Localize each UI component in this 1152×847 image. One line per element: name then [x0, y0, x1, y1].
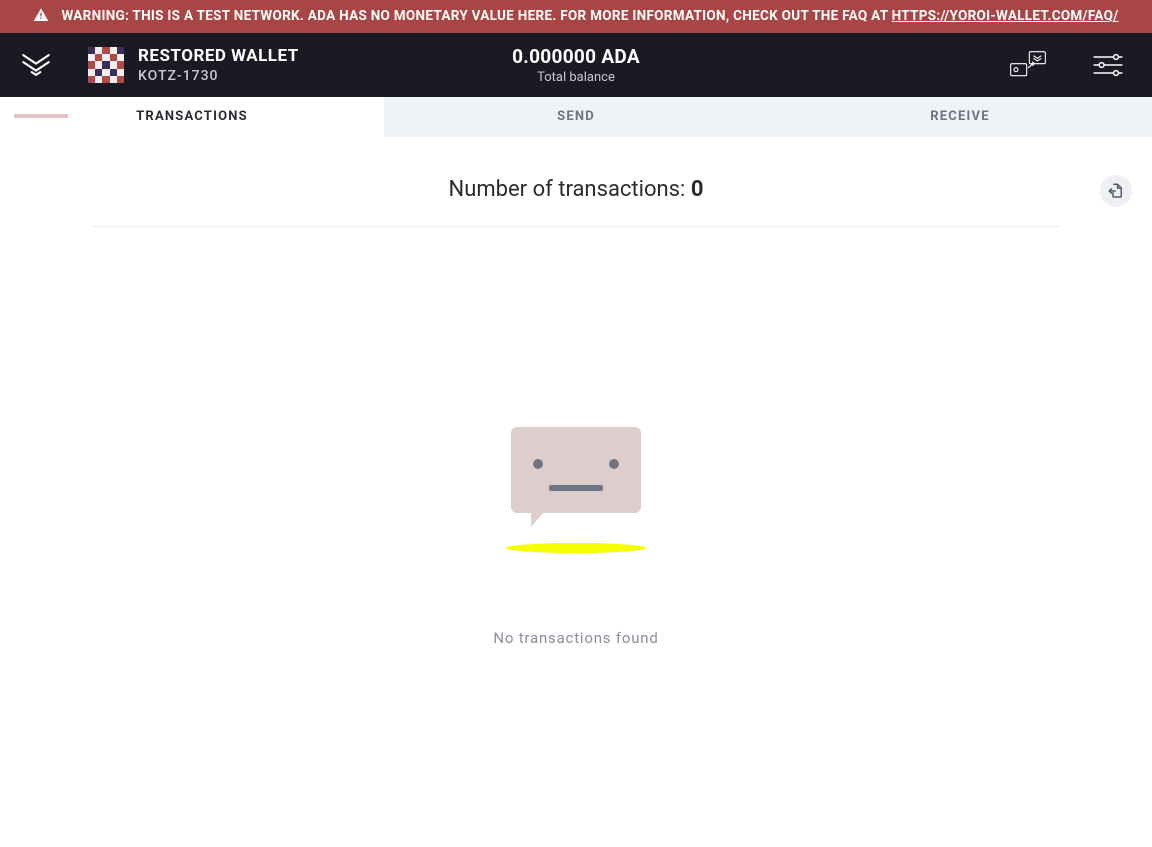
warning-triangle-icon	[33, 7, 49, 23]
brand-logo[interactable]	[12, 41, 60, 89]
transaction-count-label: Number of transactions:	[449, 177, 691, 202]
file-export-icon	[1107, 182, 1125, 200]
transaction-count: Number of transactions: 0	[60, 177, 1092, 202]
export-transactions-button[interactable]	[1100, 175, 1132, 207]
faq-link[interactable]: HTTPS://YOROI-WALLET.COM/FAQ/	[892, 8, 1119, 24]
empty-state-text: No transactions found	[493, 629, 658, 647]
wallet-name: RESTORED WALLET	[138, 46, 299, 66]
wallet-id: KOTZ-1730	[138, 68, 299, 84]
settings-button[interactable]	[1088, 47, 1128, 83]
empty-illustration	[506, 427, 646, 553]
wallet-info: RESTORED WALLET KOTZ-1730	[138, 46, 299, 84]
settings-sliders-icon	[1092, 51, 1124, 79]
empty-shadow	[506, 543, 646, 553]
yoroi-logo-icon	[19, 48, 53, 82]
divider	[92, 226, 1060, 227]
balance-block: 0.000000 ADA Total balance	[512, 45, 640, 85]
wallet-tabs: TRANSACTIONS SEND RECEIVE	[0, 97, 1152, 137]
test-network-warning: WARNING: THIS IS A TEST NETWORK. ADA HAS…	[0, 0, 1152, 33]
warning-prefix: WARNING: THIS IS A TEST NETWORK. ADA HAS…	[61, 8, 891, 24]
wallet-identicon[interactable]	[88, 47, 124, 83]
balance-label: Total balance	[512, 70, 640, 85]
transactions-panel: Number of transactions: 0 No transaction…	[0, 137, 1152, 647]
tab-send[interactable]: SEND	[384, 97, 768, 137]
balance-amount: 0.000000 ADA	[512, 45, 640, 68]
empty-face-icon	[511, 427, 641, 513]
tab-receive[interactable]: RECEIVE	[768, 97, 1152, 137]
warning-text: WARNING: THIS IS A TEST NETWORK. ADA HAS…	[61, 6, 1118, 27]
active-wallet-indicator	[14, 114, 68, 118]
transfer-icon	[1008, 48, 1048, 82]
transfer-button[interactable]	[1008, 47, 1048, 83]
app-header: RESTORED WALLET KOTZ-1730 0.000000 ADA T…	[0, 33, 1152, 97]
empty-state: No transactions found	[60, 427, 1092, 647]
transaction-count-value: 0	[691, 177, 704, 202]
